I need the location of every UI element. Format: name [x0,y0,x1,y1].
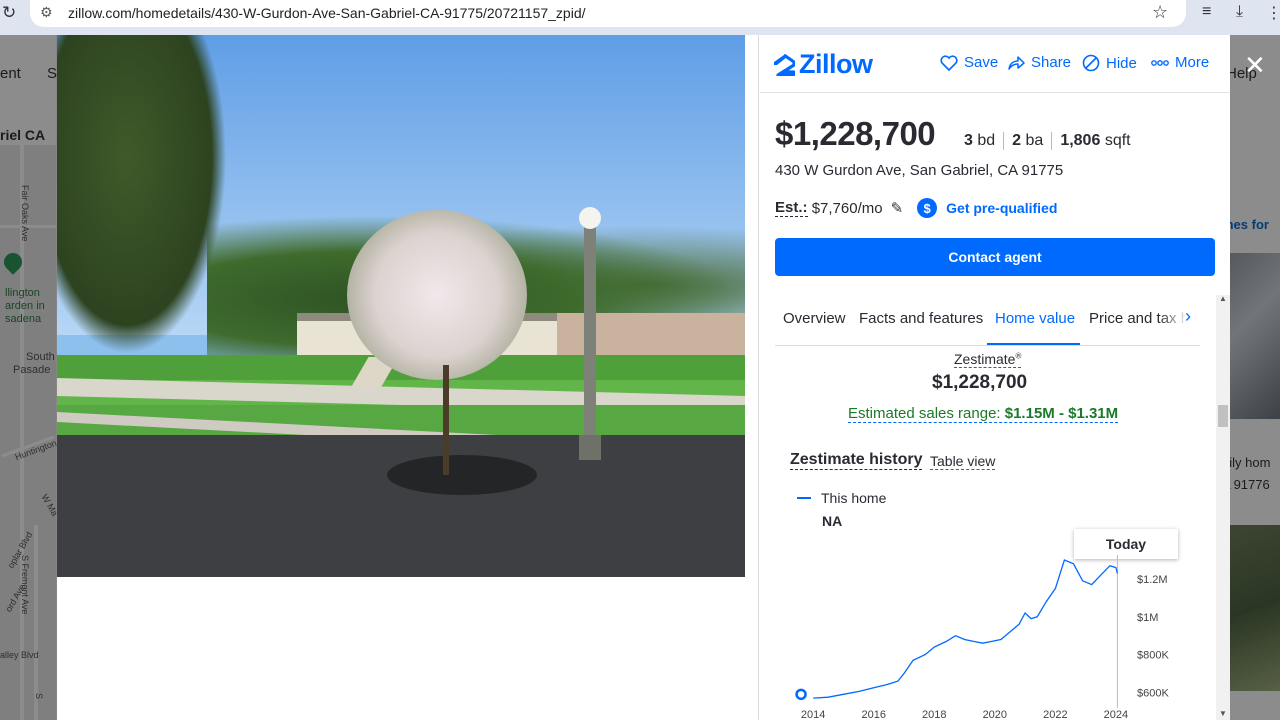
save-button[interactable]: Save [940,54,998,71]
estimated-sales-range[interactable]: Estimated sales range: $1.15M - $1.31M [848,405,1119,423]
legend-value: NA [822,513,843,529]
active-tab-indicator [987,343,1080,345]
photo-area-blank [57,577,745,720]
baths-value: 2 [1012,132,1022,149]
bookmark-star-icon[interactable]: ☆ [1152,2,1168,23]
zillow-logo-text: Zillow [799,49,873,79]
tab-facts-and-features[interactable]: Facts and features [859,310,983,327]
url-text[interactable]: zillow.com/homedetails/430-W-Gurdon-Ave-… [68,5,586,21]
hide-icon [1082,54,1100,72]
chart-legend: This home [797,490,886,506]
series-line-this-home [813,559,1119,699]
sqft-unit: sqft [1104,132,1131,149]
listing-photo[interactable] [57,35,745,577]
save-label: Save [964,54,999,71]
share-label: Share [1031,54,1072,71]
table-view-link[interactable]: Table view [930,453,996,470]
panel-scrollbar[interactable]: ▲ ▼ [1216,294,1230,720]
y-tick-label: $1.2M [1137,574,1168,586]
x-tick-label: 2022 [1043,709,1067,720]
section-tabs: Overview Facts and features Home value P… [775,294,1200,346]
x-tick-label: 2014 [801,709,825,720]
share-icon [1008,55,1025,70]
hide-label: Hide [1106,54,1137,72]
zestimate-history-chart[interactable]: $1.2M $1M $800K $600K 2014 2016 2018 2020 2022 20… [785,555,1205,720]
zestimate-label[interactable]: Zestimate® [954,351,1022,368]
site-info-icon[interactable]: ⚙ [40,4,53,21]
dollar-icon: $ [917,198,938,218]
panel-header: Zillow Save Share Hide More [760,35,1230,93]
tabs-scroll-right-icon[interactable]: › [1185,306,1191,327]
heart-icon [940,54,958,71]
listing-address: 430 W Gurdon Ave, San Gabriel, CA 91775 [775,162,1064,179]
x-tick-label: 2018 [922,709,946,720]
x-tick-label: 2020 [983,709,1007,720]
scrollbar-thumb[interactable] [1218,405,1228,427]
get-prequalified-link[interactable]: Get pre-qualified [946,200,1057,216]
panel-left-scrollbar [745,35,759,720]
more-label: More [1175,54,1210,71]
x-tick-label: 2016 [861,709,885,720]
close-icon[interactable]: ✕ [1244,50,1266,81]
zestimate-value: $1,228,700 [932,372,1028,393]
y-tick-label: $800K [1137,650,1169,662]
y-tick-label: $600K [1137,687,1169,699]
menu-icon[interactable]: ⋮ [1266,3,1280,23]
hide-button[interactable]: Hide [1082,54,1137,72]
est-label[interactable]: Est.: [775,199,808,217]
more-button[interactable]: More [1151,54,1209,71]
zillow-logo[interactable]: Zillow [773,49,873,80]
est-value: $7,760/mo [811,199,883,217]
chart-start-marker [795,688,807,701]
beds-unit: bd [977,132,996,149]
contact-agent-button[interactable]: Contact agent [775,238,1215,276]
tab-overview[interactable]: Overview [783,310,846,327]
more-dots-icon [1151,59,1169,66]
zillow-logo-icon [773,53,795,76]
estimated-payment: Est.: $7,760/mo ✎ $ Get pre-qualified [775,198,1057,218]
share-button[interactable]: Share [1007,54,1071,71]
download-icon[interactable]: ⤓ [1236,3,1243,21]
zestimate-history-title: Zestimate history [790,451,923,470]
y-tick-label: $1M [1137,612,1158,624]
x-tick-label: 2024 [1104,709,1128,720]
sqft-value: 1,806 [1060,132,1101,149]
pencil-icon[interactable]: ✎ [891,199,904,217]
reload-icon[interactable]: ↻ [2,3,16,23]
legend-swatch [797,497,811,499]
scroll-down-arrow-icon[interactable]: ▼ [1219,709,1227,718]
media-queue-icon[interactable]: ≡ [1202,3,1211,21]
baths-unit: ba [1025,132,1044,149]
scroll-up-arrow-icon[interactable]: ▲ [1219,294,1227,303]
listing-facts: 3 bd 2 ba 1,806 sqft [964,132,1131,150]
details-panel: Zillow Save Share Hide More $1,228,700 3… [745,35,1230,720]
listing-price: $1,228,700 [775,115,936,152]
tab-home-value[interactable]: Home value [995,310,1075,327]
browser-toolbar: ↻ ⚙ zillow.com/homedetails/430-W-Gurdon-… [0,0,1280,35]
beds-value: 3 [964,132,973,149]
legend-label: This home [821,490,887,506]
